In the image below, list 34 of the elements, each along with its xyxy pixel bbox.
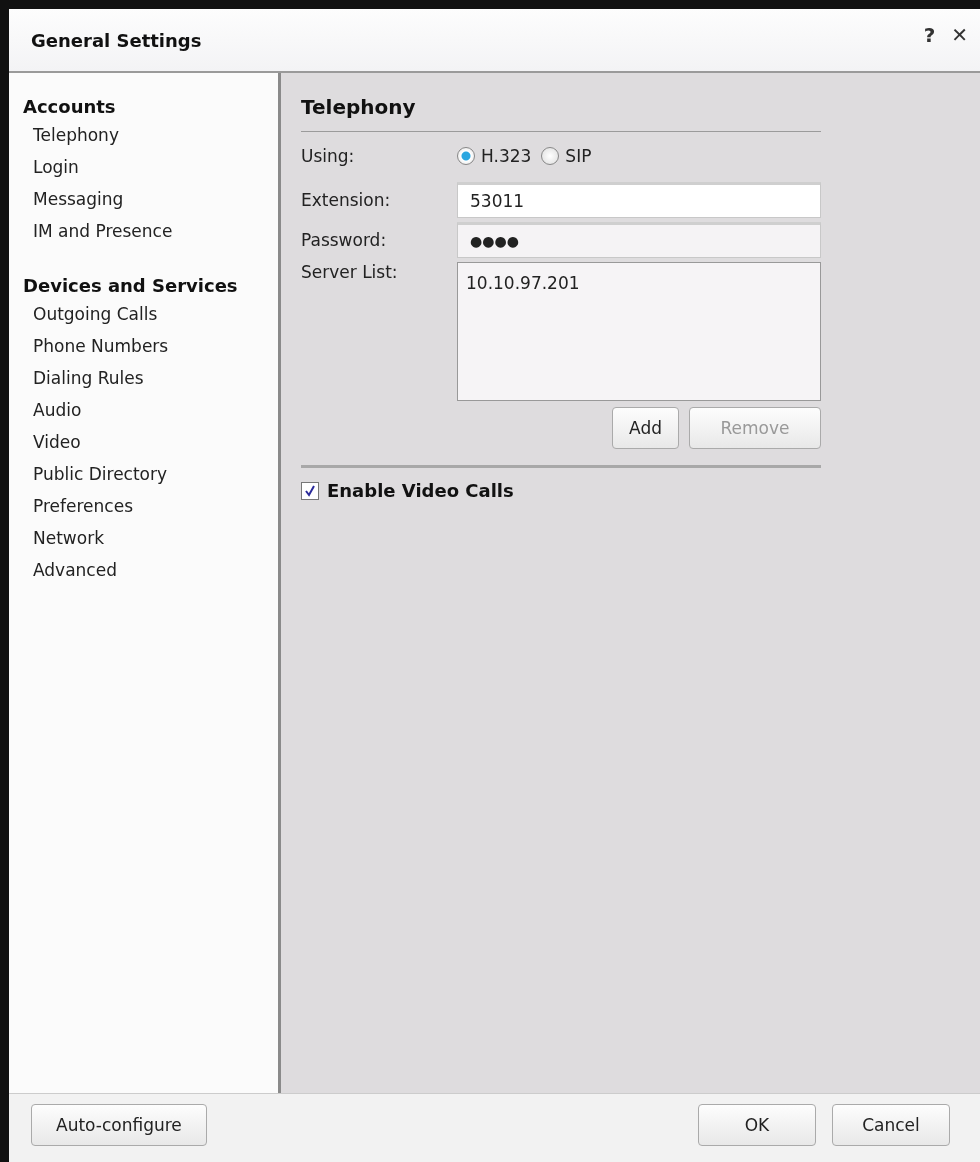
add-button[interactable]: Add: [612, 407, 679, 449]
panel-title: Telephony: [301, 95, 417, 119]
field-label: Using:: [301, 146, 356, 166]
radio-option[interactable]: H.323: [457, 146, 532, 166]
sidebar-item[interactable]: Public Directory: [23, 458, 278, 490]
sidebar-item[interactable]: Advanced: [23, 554, 278, 586]
window-title: General Settings: [31, 29, 202, 51]
auto-configure-button[interactable]: Auto-configure: [31, 1104, 207, 1146]
extension-field[interactable]: 53011: [457, 182, 821, 218]
cancel-button[interactable]: Cancel: [832, 1104, 950, 1146]
field-label: Password:: [301, 230, 388, 250]
field-label: Extension:: [301, 190, 392, 210]
ok-button[interactable]: OK: [698, 1104, 816, 1146]
sidebar-heading: Accounts: [23, 95, 117, 119]
help-button[interactable]: ?: [921, 23, 938, 47]
sidebar-item[interactable]: Dialing Rules: [23, 362, 278, 394]
field-label: Server List:: [301, 262, 399, 282]
server-list[interactable]: 10.10.97.201: [457, 262, 821, 401]
sidebar-heading: Devices and Services: [23, 274, 239, 298]
password-field[interactable]: ●●●●: [457, 222, 821, 258]
sidebar-item[interactable]: Video: [23, 426, 278, 458]
sidebar-item[interactable]: IM and Presence: [23, 215, 278, 247]
sidebar-item[interactable]: Network: [23, 522, 278, 554]
checkbox-option[interactable]: Enable Video Calls: [301, 480, 821, 501]
close-button[interactable]: ✕: [949, 23, 970, 47]
sidebar-item[interactable]: Telephony: [23, 119, 278, 151]
sidebar-item[interactable]: Login: [23, 151, 278, 183]
sidebar-item[interactable]: Messaging: [23, 183, 278, 215]
list-item[interactable]: 10.10.97.201: [466, 273, 812, 293]
sidebar-item[interactable]: Audio: [23, 394, 278, 426]
sidebar-item[interactable]: Phone Numbers: [23, 330, 278, 362]
sidebar-item[interactable]: Outgoing Calls: [23, 298, 278, 330]
sidebar-item[interactable]: Preferences: [23, 490, 278, 522]
radio-option[interactable]: SIP: [541, 146, 592, 166]
